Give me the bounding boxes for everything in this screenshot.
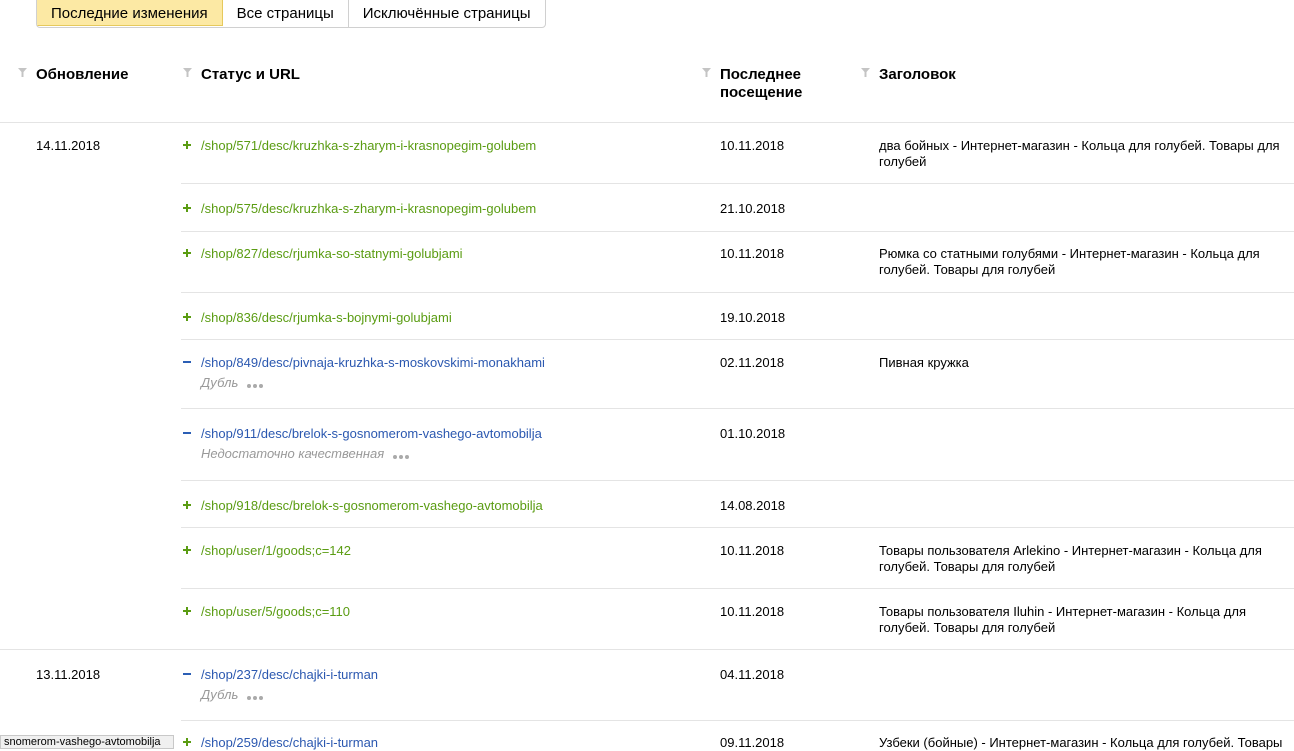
page-title: Узбеки (бойные) - Интернет-магазин - Кол…: [879, 735, 1283, 750]
exclusion-reason-text: Дубль: [201, 687, 239, 702]
last-visit-date: 09.11.2018: [720, 735, 785, 750]
added-icon: [182, 604, 192, 618]
page-url-link[interactable]: /shop/836/desc/rjumka-s-bojnymi-golubjam…: [201, 310, 452, 325]
last-visit-date: 10.11.2018: [720, 604, 785, 619]
page-title: два бойных - Интернет-магазин - Кольца д…: [879, 138, 1280, 169]
page-title: Товары пользователя Iluhin - Интернет-ма…: [879, 604, 1246, 635]
row-divider: [181, 183, 1294, 184]
last-visit-date: 10.11.2018: [720, 543, 785, 558]
row-divider: [181, 231, 1294, 232]
row-divider: [181, 292, 1294, 293]
excluded-icon: [182, 426, 192, 440]
status-bar-text: snomerom-vashego-avtomobilja: [4, 736, 161, 748]
added-icon: [182, 310, 192, 324]
page-url-link[interactable]: /shop/911/desc/brelok-s-gosnomerom-vashe…: [201, 426, 542, 441]
update-date: 14.11.2018: [36, 138, 101, 153]
column-header-update: Обновление: [36, 66, 129, 83]
added-icon: [182, 498, 192, 512]
filter-icon[interactable]: [702, 68, 711, 77]
filter-icon[interactable]: [18, 68, 27, 77]
tab-recent-changes[interactable]: Последние изменения: [36, 0, 223, 26]
more-options-icon[interactable]: [247, 376, 265, 391]
page-url-link[interactable]: /shop/237/desc/chajki-i-turman: [201, 667, 378, 682]
column-header-title: Заголовок: [879, 66, 956, 83]
tab-label: Последние изменения: [51, 5, 208, 22]
added-icon: [182, 246, 192, 260]
tab-all-pages[interactable]: Все страницы: [223, 0, 349, 27]
added-icon: [182, 138, 192, 152]
excluded-icon: [182, 667, 192, 681]
more-options-icon[interactable]: [393, 447, 411, 462]
exclusion-reason: Дубль: [201, 375, 265, 391]
page-url-link[interactable]: /shop/849/desc/pivnaja-kruzhka-s-moskovs…: [201, 355, 545, 370]
added-icon: [182, 735, 192, 749]
page-url-link[interactable]: /shop/575/desc/kruzhka-s-zharym-i-krasno…: [201, 201, 536, 216]
row-divider: [181, 480, 1294, 481]
tab-label: Исключённые страницы: [362, 5, 531, 22]
row-divider: [181, 527, 1294, 528]
row-divider: [181, 720, 1294, 721]
last-visit-date: 14.08.2018: [720, 498, 786, 513]
last-visit-date: 02.11.2018: [720, 355, 785, 370]
row-divider: [181, 408, 1294, 409]
last-visit-date: 01.10.2018: [720, 426, 786, 441]
page-title: Пивная кружка: [879, 355, 969, 370]
update-date: 13.11.2018: [36, 667, 101, 682]
header-divider: [0, 122, 1294, 123]
page-title: Рюмка со статными голубями - Интернет-ма…: [879, 246, 1260, 277]
column-header-status-url: Статус и URL: [201, 66, 300, 83]
header-line: Последнее: [720, 66, 802, 83]
last-visit-date: 04.11.2018: [720, 667, 785, 682]
page-url-link[interactable]: /shop/user/1/goods;c=142: [201, 543, 351, 558]
exclusion-reason: Недостаточно качественная: [201, 446, 411, 462]
tab-excluded-pages[interactable]: Исключённые страницы: [349, 0, 545, 27]
last-visit-date: 21.10.2018: [720, 201, 786, 216]
exclusion-reason-text: Дубль: [201, 375, 239, 390]
last-visit-date: 10.11.2018: [720, 246, 785, 261]
added-icon: [182, 201, 192, 215]
page-url-link[interactable]: /shop/918/desc/brelok-s-gosnomerom-vashe…: [201, 498, 543, 513]
added-icon: [182, 543, 192, 557]
last-visit-date: 10.11.2018: [720, 138, 785, 153]
page-url-link[interactable]: /shop/827/desc/rjumka-so-statnymi-golubj…: [201, 246, 463, 261]
last-visit-date: 19.10.2018: [720, 310, 786, 325]
page-url-link[interactable]: /shop/user/5/goods;c=110: [201, 604, 350, 619]
filter-icon[interactable]: [861, 68, 870, 77]
page-url-link[interactable]: /shop/571/desc/kruzhka-s-zharym-i-krasno…: [201, 138, 536, 153]
exclusion-reason: Дубль: [201, 687, 265, 703]
page-url-link[interactable]: /shop/259/desc/chajki-i-turman: [201, 735, 378, 750]
tab-label: Все страницы: [236, 5, 334, 22]
page-title: Товары пользователя Arlekino - Интернет-…: [879, 543, 1262, 574]
excluded-icon: [182, 355, 192, 369]
filter-icon[interactable]: [183, 68, 192, 77]
more-options-icon[interactable]: [247, 688, 265, 703]
group-divider: [0, 649, 1294, 650]
row-divider: [181, 588, 1294, 589]
browser-status-bar: snomerom-vashego-avtomobilja: [0, 735, 174, 749]
exclusion-reason-text: Недостаточно качественная: [201, 446, 385, 461]
column-header-last-visit: Последнее посещение: [720, 66, 802, 102]
row-divider: [181, 339, 1294, 340]
header-line: посещение: [720, 84, 803, 101]
tabs-bar: Последние изменения Все страницы Исключё…: [36, 0, 546, 28]
